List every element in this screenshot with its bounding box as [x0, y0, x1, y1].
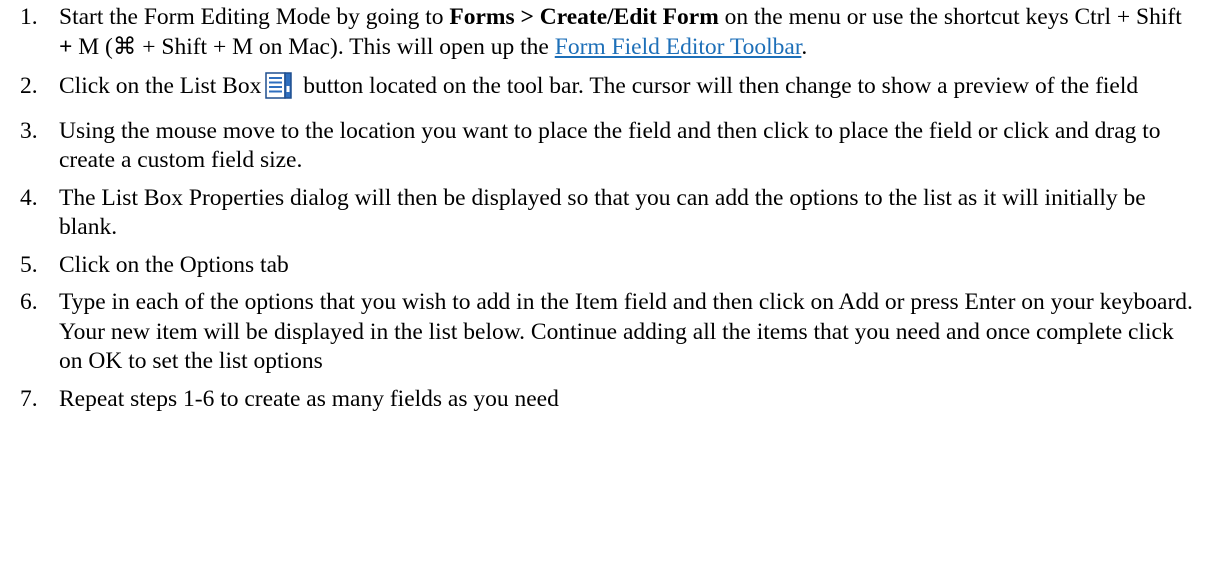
- step-text-part: button located on the tool bar. The curs…: [303, 73, 1139, 99]
- step-text-part: M (⌘ + Shift + M on Mac). This will open…: [72, 33, 555, 60]
- step-text: Repeat steps 1-6 to create as many field…: [59, 385, 559, 412]
- step-text: Start the Form Editing Mode by going to …: [59, 3, 1199, 62]
- step-text: Type in each of the options that you wis…: [59, 289, 1193, 374]
- list-item: 2. Click on the List Box button located …: [0, 72, 1199, 109]
- document: 1. Start the Form Editing Mode by going …: [0, 0, 1210, 575]
- step-number: 5.: [20, 251, 38, 278]
- step-text-part: on the menu or use the shortcut keys Ctr…: [718, 4, 1182, 30]
- list-item: 6. Type in each of the options that you …: [0, 288, 1199, 377]
- step-number: 7.: [20, 385, 38, 412]
- list-item: 4. The List Box Properties dialog will t…: [0, 184, 1199, 243]
- list-item: 5. Click on the Options tab: [0, 251, 1199, 281]
- step-number: 4.: [20, 184, 38, 211]
- step-number: 6.: [20, 289, 38, 315]
- step-text-part: .: [801, 33, 808, 60]
- step-text: The List Box Properties dialog will then…: [59, 184, 1146, 241]
- step-number: 2.: [20, 73, 38, 99]
- list-item: 3. Using the mouse move to the location …: [0, 117, 1199, 176]
- instruction-list: 1. Start the Form Editing Mode by going …: [0, 3, 1210, 422]
- list-item: 1. Start the Form Editing Mode by going …: [0, 3, 1199, 62]
- form-field-editor-toolbar-link[interactable]: Form Field Editor Toolbar: [555, 34, 802, 60]
- list-item: 7. Repeat steps 1-6 to create as many fi…: [0, 385, 1199, 415]
- step-text-part: Start the Form Editing Mode by going to: [59, 4, 450, 30]
- step-text: Using the mouse move to the location you…: [59, 117, 1161, 174]
- step-number: 3.: [20, 117, 38, 144]
- step-text: Click on the Options tab: [59, 251, 289, 278]
- step-text: Click on the List Box button located on …: [59, 72, 1199, 109]
- step-text-part: Click on the List Box: [59, 73, 262, 99]
- plus-sign: +: [59, 33, 73, 60]
- step-number: 1.: [20, 4, 38, 30]
- menu-path: Forms > Create/Edit Form: [449, 4, 719, 30]
- list-box-icon: [265, 72, 293, 109]
